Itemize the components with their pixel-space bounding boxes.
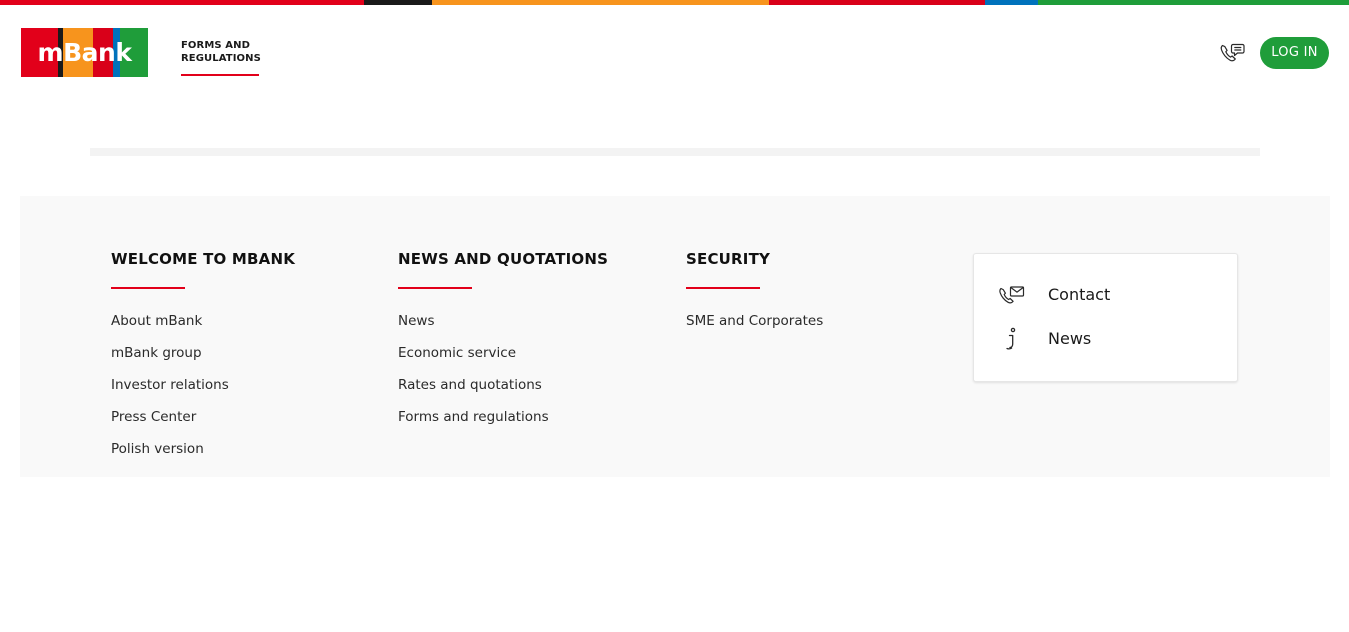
list-item: Economic service <box>398 337 608 369</box>
footer-column-title: WELCOME TO MBANK <box>111 250 296 268</box>
footer-link[interactable]: mBank group <box>111 345 202 361</box>
footer-link[interactable]: Press Center <box>111 409 196 425</box>
footer-column-welcome: WELCOME TO MBANK About mBank mBank group… <box>111 249 295 465</box>
list-item: Polish version <box>111 433 295 465</box>
content-placeholder-bar <box>90 148 1260 156</box>
contact-card: Contact News <box>973 253 1238 382</box>
list-item: Investor relations <box>111 369 295 401</box>
list-item: Rates and quotations <box>398 369 608 401</box>
card-item-label: News <box>1048 329 1092 348</box>
footer-link[interactable]: Investor relations <box>111 377 229 393</box>
footer-link-list: News Economic service Rates and quotatio… <box>398 305 608 433</box>
phone-envelope-icon <box>998 283 1026 307</box>
footer-link-list: SME and Corporates <box>686 305 823 337</box>
footer-link[interactable]: Forms and regulations <box>398 409 549 425</box>
card-item-contact[interactable]: Contact <box>974 279 1237 311</box>
title-underline <box>111 287 185 289</box>
phone-chat-icon[interactable] <box>1219 41 1247 65</box>
footer-column-title: SECURITY <box>686 250 771 268</box>
login-button[interactable]: LOG IN <box>1260 37 1329 69</box>
list-item: mBank group <box>111 337 295 369</box>
card-item-news[interactable]: News <box>974 323 1237 355</box>
logo-wordmark: mBank <box>37 38 132 67</box>
footer-link-list: About mBank mBank group Investor relatio… <box>111 305 295 465</box>
site-header: mBank FORMS AND REGULATIONS LOG IN <box>0 5 1349 100</box>
footer-column-news: NEWS AND QUOTATIONS News Economic servic… <box>398 249 608 433</box>
list-item: Press Center <box>111 401 295 433</box>
list-item: SME and Corporates <box>686 305 823 337</box>
footer-link[interactable]: About mBank <box>111 313 202 329</box>
footer-column-security: SECURITY SME and Corporates <box>686 249 823 337</box>
footer-link[interactable]: SME and Corporates <box>686 313 823 329</box>
list-item: Forms and regulations <box>398 401 608 433</box>
nav-label: FORMS AND REGULATIONS <box>181 40 261 64</box>
footer-link[interactable]: News <box>398 313 434 329</box>
mbank-logo[interactable]: mBank <box>21 28 148 77</box>
footer-link[interactable]: Economic service <box>398 345 516 361</box>
site-footer: WELCOME TO MBANK About mBank mBank group… <box>20 196 1330 477</box>
list-item: About mBank <box>111 305 295 337</box>
footer-column-title: NEWS AND QUOTATIONS <box>398 250 609 268</box>
footer-link[interactable]: Rates and quotations <box>398 377 542 393</box>
list-item: News <box>398 305 608 337</box>
title-underline <box>686 287 760 289</box>
nav-forms-and-regulations[interactable]: FORMS AND REGULATIONS <box>181 39 261 76</box>
title-underline <box>398 287 472 289</box>
nav-active-underline <box>181 74 259 76</box>
footer-link[interactable]: Polish version <box>111 441 204 457</box>
info-icon <box>998 327 1026 351</box>
card-item-label: Contact <box>1048 285 1111 304</box>
